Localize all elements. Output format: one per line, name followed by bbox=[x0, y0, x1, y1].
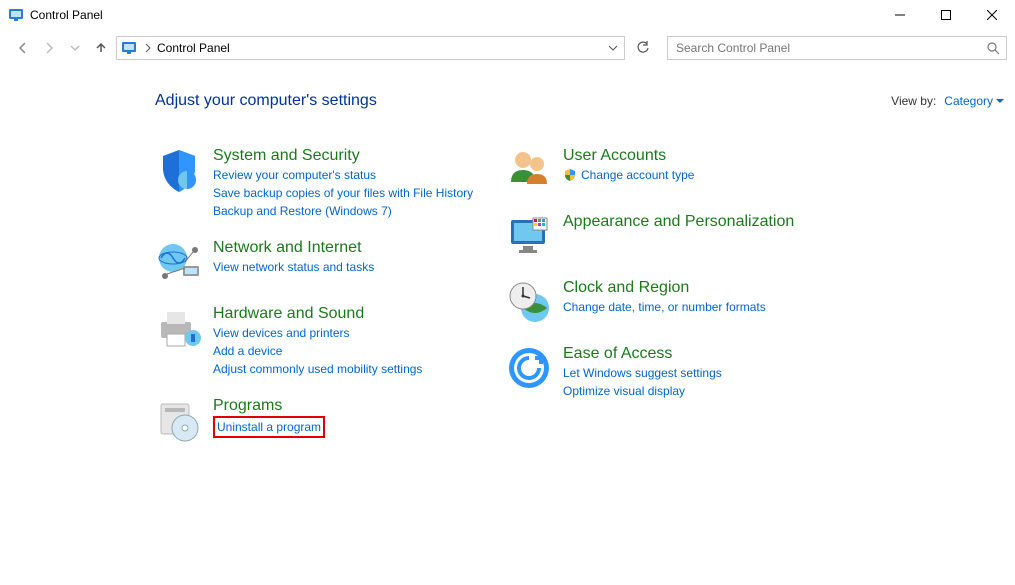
category-link[interactable]: Backup and Restore (Windows 7) bbox=[213, 202, 392, 220]
category-link[interactable]: Let Windows suggest settings bbox=[563, 364, 722, 382]
breadcrumb-crumb[interactable]: Control Panel bbox=[155, 41, 232, 55]
category-link[interactable]: Save backup copies of your files with Fi… bbox=[213, 184, 473, 202]
navigation-bar: Control Panel bbox=[0, 30, 1015, 66]
category-link[interactable]: View network status and tasks bbox=[213, 258, 374, 276]
category-link[interactable]: Optimize visual display bbox=[563, 382, 685, 400]
category-title[interactable]: Appearance and Personalization bbox=[563, 213, 794, 230]
category-title[interactable]: Network and Internet bbox=[213, 239, 362, 256]
category-user-accounts: User Accounts Change account type bbox=[505, 146, 855, 194]
printer-icon bbox=[155, 304, 203, 352]
user-accounts-icon bbox=[505, 146, 553, 194]
clock-globe-icon bbox=[505, 278, 553, 326]
title-bar: Control Panel bbox=[0, 0, 1015, 30]
chevron-right-icon[interactable] bbox=[143, 43, 153, 53]
close-button[interactable] bbox=[969, 0, 1015, 30]
refresh-button[interactable] bbox=[629, 36, 657, 60]
uac-shield-icon bbox=[563, 168, 577, 182]
chevron-down-icon[interactable] bbox=[995, 96, 1005, 106]
shield-icon bbox=[155, 146, 203, 194]
category-title[interactable]: Clock and Region bbox=[563, 279, 689, 296]
category-link[interactable]: Change date, time, or number formats bbox=[563, 298, 766, 316]
globe-network-icon bbox=[155, 238, 203, 286]
category-title[interactable]: User Accounts bbox=[563, 147, 666, 164]
forward-button[interactable] bbox=[38, 37, 60, 59]
up-button[interactable] bbox=[90, 37, 112, 59]
content-area: Adjust your computer's settings View by:… bbox=[155, 92, 1005, 462]
minimize-button[interactable] bbox=[877, 0, 923, 30]
category-title[interactable]: System and Security bbox=[213, 147, 360, 164]
address-history-button[interactable] bbox=[604, 37, 622, 59]
category-title[interactable]: Programs bbox=[213, 397, 282, 414]
category-link[interactable]: Adjust commonly used mobility settings bbox=[213, 360, 422, 378]
category-programs: Programs Uninstall a program bbox=[155, 396, 505, 444]
category-ease-of-access: Ease of Access Let Windows suggest setti… bbox=[505, 344, 855, 400]
category-link[interactable]: Review your computer's status bbox=[213, 166, 376, 184]
ease-of-access-icon bbox=[505, 344, 553, 392]
page-headline: Adjust your computer's settings bbox=[155, 92, 377, 110]
control-panel-icon bbox=[121, 40, 137, 56]
monitor-personalization-icon bbox=[505, 212, 553, 260]
category-clock-and-region: Clock and Region Change date, time, or n… bbox=[505, 278, 855, 326]
link-uninstall-a-program[interactable]: Uninstall a program bbox=[213, 416, 325, 438]
category-title[interactable]: Ease of Access bbox=[563, 345, 672, 362]
category-link[interactable]: View devices and printers bbox=[213, 324, 350, 342]
category-column-left: System and Security Review your computer… bbox=[155, 146, 505, 462]
category-link[interactable]: Add a device bbox=[213, 342, 282, 360]
search-icon[interactable] bbox=[986, 41, 1000, 55]
category-column-right: User Accounts Change account type bbox=[505, 146, 855, 462]
recent-locations-button[interactable] bbox=[64, 37, 86, 59]
category-network-and-internet: Network and Internet View network status… bbox=[155, 238, 505, 286]
address-bar[interactable]: Control Panel bbox=[116, 36, 625, 60]
viewby-label: View by: bbox=[891, 94, 936, 108]
window-title: Control Panel bbox=[30, 8, 103, 22]
viewby-current[interactable]: Category bbox=[944, 94, 993, 108]
category-title[interactable]: Hardware and Sound bbox=[213, 305, 364, 322]
search-box[interactable] bbox=[667, 36, 1007, 60]
back-button[interactable] bbox=[12, 37, 34, 59]
content-header: Adjust your computer's settings View by:… bbox=[155, 92, 1005, 110]
search-input[interactable] bbox=[674, 40, 986, 56]
maximize-button[interactable] bbox=[923, 0, 969, 30]
category-system-and-security: System and Security Review your computer… bbox=[155, 146, 505, 220]
control-panel-icon bbox=[8, 7, 24, 23]
programs-disc-icon bbox=[155, 396, 203, 444]
category-link[interactable]: Change account type bbox=[581, 166, 694, 184]
category-appearance-and-personalization: Appearance and Personalization bbox=[505, 212, 855, 260]
category-hardware-and-sound: Hardware and Sound View devices and prin… bbox=[155, 304, 505, 378]
